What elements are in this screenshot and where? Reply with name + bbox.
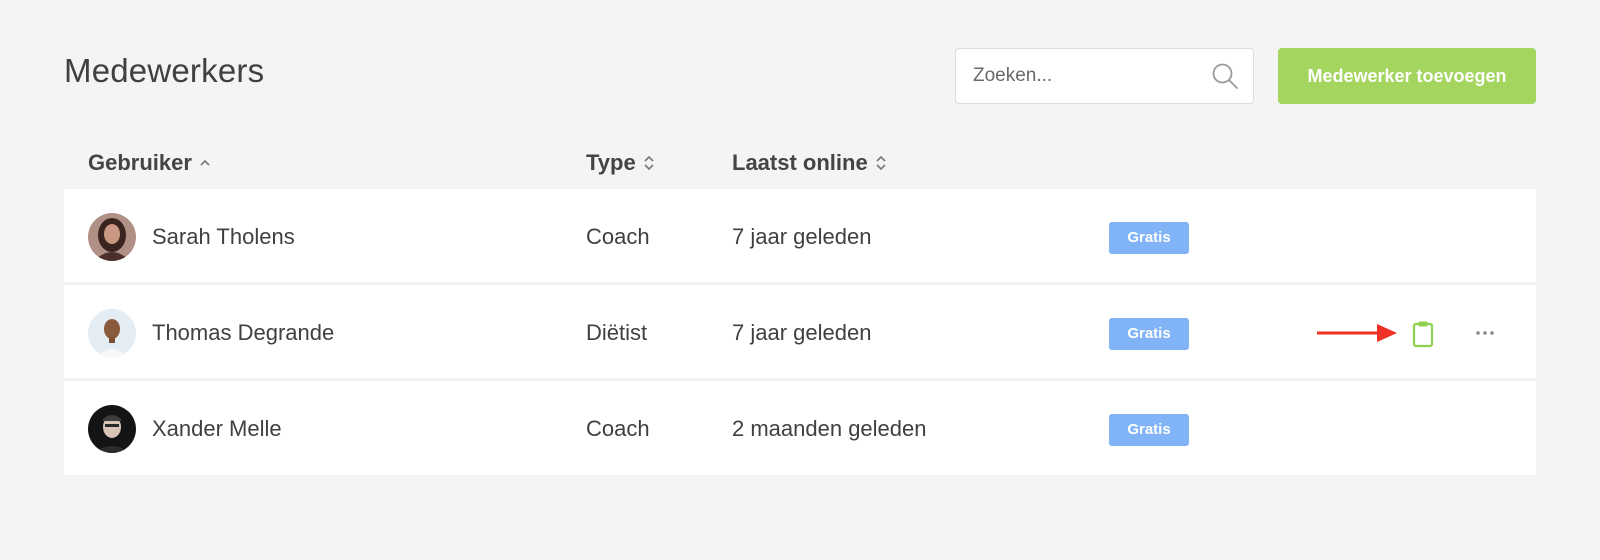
user-type: Diëtist [586,320,648,345]
table-row[interactable]: Thomas Degrande Diëtist 7 jaar geleden G… [64,285,1536,381]
last-online: 7 jaar geleden [732,320,872,345]
plan-badge: Gratis [1109,414,1189,446]
column-header-label: Gebruiker [88,150,192,175]
table-row[interactable]: Xander Melle Coach 2 maanden geleden Gra… [64,381,1536,475]
clipboard-icon[interactable] [1410,320,1436,348]
column-header-label: Laatst online [732,150,868,175]
employees-table: Sarah Tholens Coach 7 jaar geleden Grati… [64,189,1536,475]
more-horizontal-icon[interactable] [1474,322,1496,344]
user-type: Coach [586,416,650,441]
plan-badge: Gratis [1109,222,1189,254]
search-icon[interactable] [1211,62,1239,90]
column-header-last-online[interactable]: Laatst online [732,149,887,177]
page-title: Medewerkers [64,52,265,89]
add-employee-button[interactable]: Medewerker toevoegen [1278,48,1536,104]
column-header-label: Type [586,150,636,175]
avatar [88,213,136,261]
user-name: Thomas Degrande [152,320,335,345]
table-row[interactable]: Sarah Tholens Coach 7 jaar geleden Grati… [64,189,1536,285]
search-input[interactable] [956,49,1196,103]
annotation-arrow-icon [1317,324,1397,342]
user-type: Coach [586,224,650,249]
sort-ascending-icon [200,159,210,166]
avatar [88,309,136,357]
column-header-user[interactable]: Gebruiker [88,149,211,177]
last-online: 7 jaar geleden [732,224,872,249]
sort-icon [644,155,654,171]
avatar [88,405,136,453]
plan-badge: Gratis [1109,318,1189,350]
user-name: Xander Melle [152,416,282,441]
user-name: Sarah Tholens [152,224,295,249]
column-header-type[interactable]: Type [586,149,655,177]
search-box[interactable] [955,48,1254,104]
last-online: 2 maanden geleden [732,416,927,441]
page: Medewerkers Medewerker toevoegen Gebruik… [0,0,1600,560]
sort-icon [876,155,886,171]
